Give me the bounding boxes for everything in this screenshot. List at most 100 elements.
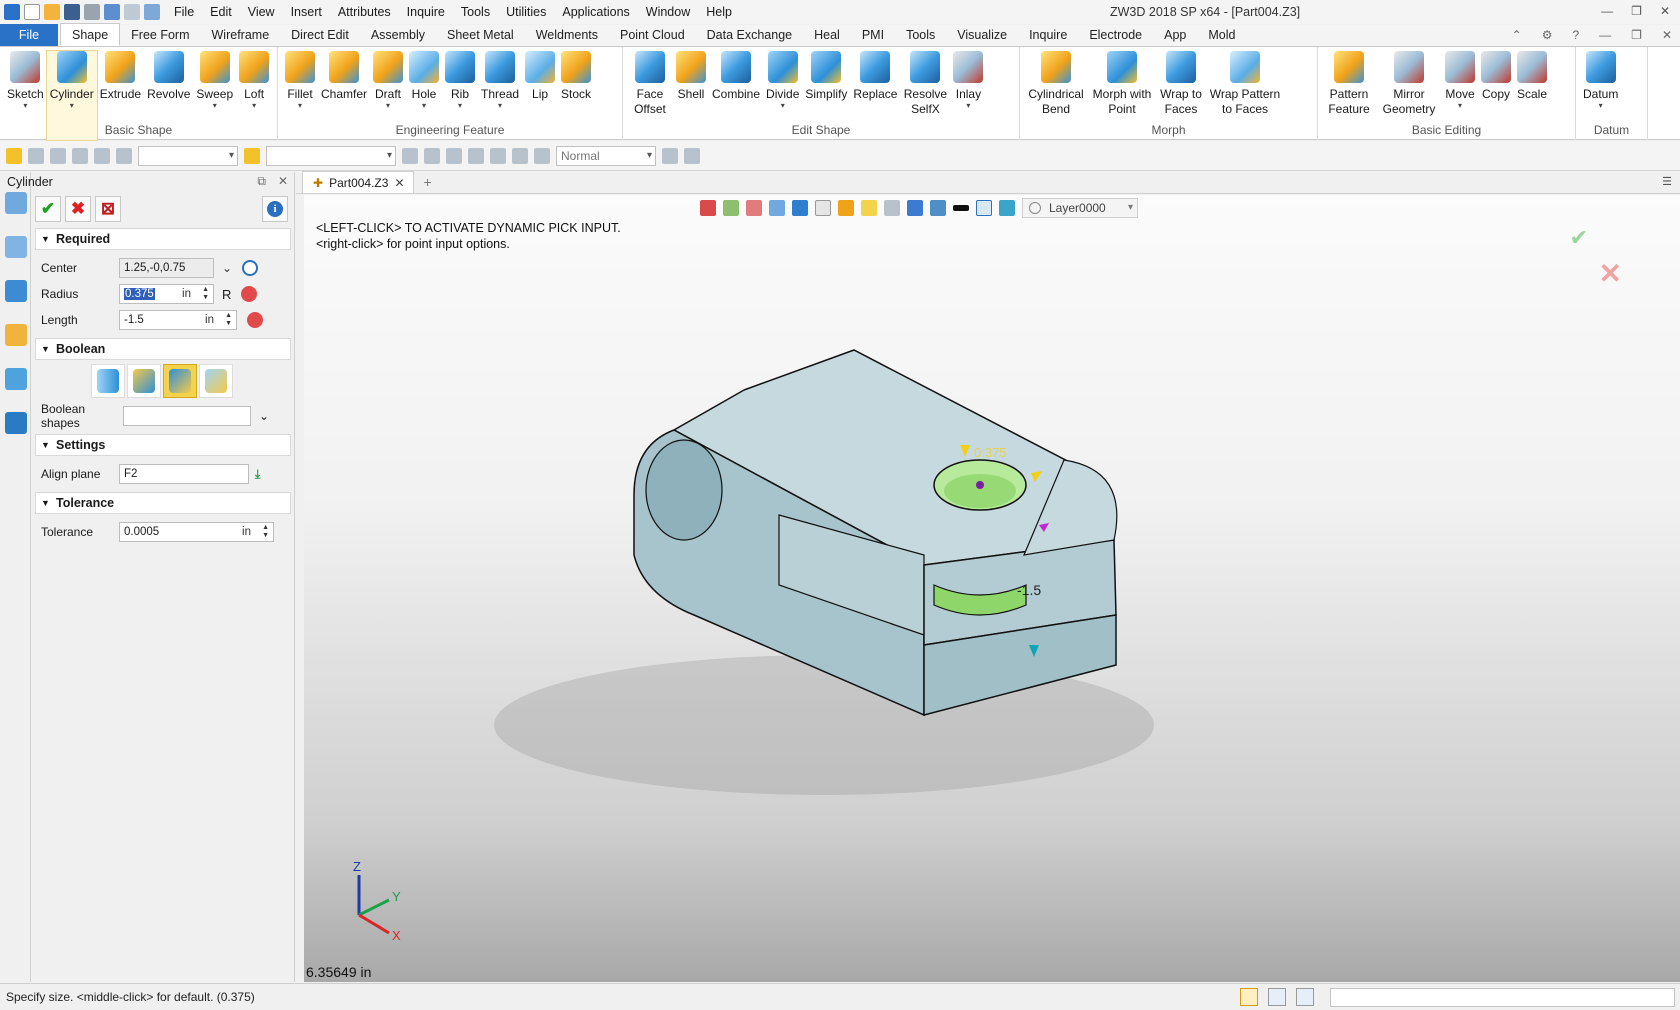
print-icon[interactable] [84,4,100,20]
tab-free-form[interactable]: Free Form [120,24,200,46]
render-icon[interactable] [861,200,877,216]
help-icon[interactable]: ? [1572,28,1579,42]
remove-icon[interactable] [50,147,66,164]
viewport-ok-icon[interactable]: ✔ [1570,225,1588,251]
3d-viewport[interactable]: 0.375 -1.5 Z Y X Layer0000 <LEF [304,195,1680,982]
lasso-icon[interactable] [94,147,110,164]
repeat-icon[interactable] [144,4,160,20]
app-logo-icon[interactable] [4,4,20,20]
point-pick-icon[interactable] [242,260,259,276]
orange-cube-icon[interactable] [838,200,854,216]
box-select-icon[interactable] [72,147,88,164]
history-tree-icon[interactable] [5,192,27,214]
dimension-icon[interactable] [907,200,923,216]
cursor-icon[interactable] [662,147,678,164]
network-icon[interactable] [5,280,27,302]
apply-button[interactable]: ⊠ [95,196,121,222]
menu-help[interactable]: Help [698,5,740,19]
tab-tools[interactable]: Tools [895,24,946,46]
assembly-tree-icon[interactable] [5,236,27,258]
tab-point-cloud[interactable]: Point Cloud [609,24,696,46]
smart-pick-icon[interactable] [244,147,260,164]
distribute-icon[interactable] [468,147,484,164]
eraser-icon[interactable] [746,200,762,216]
pin-icon[interactable] [512,147,528,164]
viewport-cancel-icon[interactable]: ✕ [1599,257,1622,290]
user-icon[interactable] [5,412,27,434]
measure-radius-icon[interactable] [241,286,258,302]
settings-gear-icon[interactable]: ⚙ [1542,28,1553,42]
undo-icon[interactable] [104,4,120,20]
wire-cube-icon[interactable] [815,200,831,216]
doc-close-icon[interactable]: ✕ [1662,28,1672,42]
image-icon[interactable] [5,368,27,390]
align-plane-field[interactable]: F2 [119,464,249,484]
color-icon[interactable] [976,200,992,216]
tab-wireframe[interactable]: Wireframe [201,24,281,46]
boolean-expand-chevron-icon[interactable]: ⌄ [259,409,269,423]
pick-combo[interactable] [266,145,396,166]
tab-weldments[interactable]: Weldments [525,24,609,46]
pick-plane-icon[interactable]: ⤓ [255,467,260,482]
length-dimension-label[interactable]: -1.5 [1017,582,1041,598]
length-field[interactable]: -1.5 in ▲ ▼ [119,310,237,330]
expand-chevron-icon[interactable]: ⌄ [222,261,232,275]
tolerance-field[interactable]: 0.0005 in ▲ ▼ [119,522,274,542]
close-tab-icon[interactable]: ✕ [394,176,404,190]
collapse-ribbon-icon[interactable]: ⌃ [1512,28,1522,42]
menu-utilities[interactable]: Utilities [498,5,554,19]
view-manager-icon[interactable] [930,200,946,216]
length-spinner[interactable]: ▲ ▼ [225,312,232,328]
render-mode-icon[interactable] [534,147,550,164]
render-mode-combo[interactable]: Normal [556,145,656,166]
tab-sheet-metal[interactable]: Sheet Metal [436,24,525,46]
tab-part004[interactable]: ✚ Part004.Z3 ✕ [302,171,414,193]
menu-file[interactable]: File [166,5,202,19]
tab-shape[interactable]: Shape [60,23,121,46]
filter-icon[interactable] [116,147,132,164]
section-icon[interactable] [884,200,900,216]
close-icon[interactable]: ✕ [1660,4,1670,18]
status-monitor-icon[interactable] [1268,988,1286,1006]
redo-icon[interactable] [124,4,140,20]
boolean-add-button[interactable] [127,364,161,398]
section-required[interactable]: Required [35,228,291,250]
tab-list-icon[interactable]: ☰ [1662,175,1672,188]
open-folder-icon[interactable] [44,4,60,20]
menu-attributes[interactable]: Attributes [330,5,399,19]
tab-file[interactable]: File [0,24,58,46]
tab-pmi[interactable]: PMI [851,24,895,46]
status-list-icon[interactable] [1296,988,1314,1006]
menu-tools[interactable]: Tools [453,5,498,19]
align-icon[interactable] [446,147,462,164]
radius-field[interactable]: 0.375 in ▲ ▼ [119,284,214,304]
section-boolean[interactable]: Boolean [35,338,291,360]
magnet-icon[interactable] [684,147,700,164]
new-file-icon[interactable] [24,4,40,20]
save-icon[interactable] [64,4,80,20]
tab-inquire[interactable]: Inquire [1018,24,1078,46]
add-icon[interactable] [28,147,44,164]
menu-insert[interactable]: Insert [283,5,330,19]
tab-mold[interactable]: Mold [1197,24,1246,46]
radius-dimension-label[interactable]: 0.375 [974,445,1007,460]
section-settings[interactable]: Settings [35,434,291,456]
cancel-button[interactable]: ✖ [65,196,91,222]
layer-combo[interactable]: Layer0000 [1022,198,1138,218]
boolean-base-button[interactable] [91,364,125,398]
command-input[interactable] [1330,988,1675,1007]
stack-icon[interactable] [490,147,506,164]
filter-combo[interactable] [138,145,238,166]
ok-button[interactable]: ✔ [35,196,61,222]
tab-data-exchange[interactable]: Data Exchange [696,24,803,46]
tab-direct-edit[interactable]: Direct Edit [280,24,360,46]
radius-spinner[interactable]: ▲ ▼ [202,286,209,302]
center-marker[interactable] [976,481,984,489]
menu-inquire[interactable]: Inquire [399,5,453,19]
part-model[interactable]: 0.375 -1.5 Z Y X [304,195,1680,982]
new-tab-icon[interactable]: + [424,174,432,190]
cube-icon[interactable] [792,200,808,216]
close-panel-icon[interactable]: ✕ [278,174,288,189]
tab-heal[interactable]: Heal [803,24,851,46]
tab-app[interactable]: App [1153,24,1197,46]
